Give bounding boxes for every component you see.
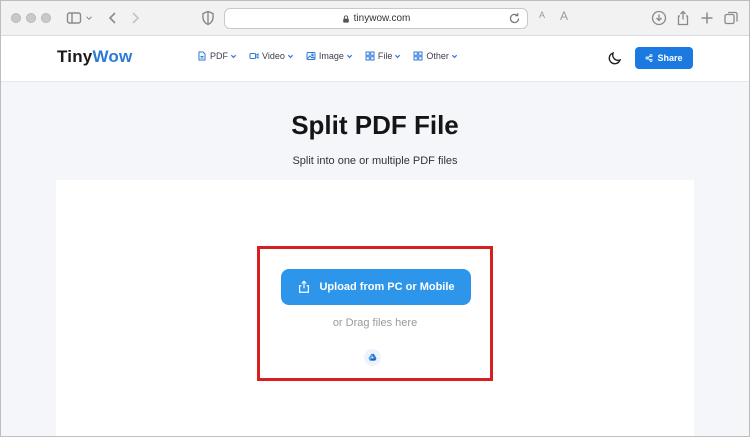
upload-button[interactable]: Upload from PC or Mobile	[281, 269, 471, 305]
download-icon[interactable]	[650, 9, 668, 27]
google-drive-icon	[368, 353, 377, 361]
privacy-shield-icon[interactable]	[199, 9, 217, 27]
chevron-down-icon	[230, 54, 237, 58]
page-subtitle: Split into one or multiple PDF files	[292, 155, 458, 167]
zoom-window-button[interactable]	[41, 13, 51, 23]
chevron-down-icon	[346, 54, 352, 58]
nav-item-other[interactable]: Other	[413, 51, 458, 61]
close-window-button[interactable]	[11, 13, 21, 23]
chevron-down-icon	[451, 54, 458, 58]
pdf-icon	[198, 51, 206, 61]
google-drive-button[interactable]	[364, 349, 381, 366]
nav-item-pdf[interactable]: PDF	[197, 51, 237, 61]
text-larger-button[interactable]: A	[560, 9, 568, 23]
dark-mode-toggle-icon[interactable]	[607, 50, 623, 66]
new-tab-icon[interactable]	[698, 9, 716, 27]
share-icon	[646, 54, 653, 62]
tab-overview-icon[interactable]	[722, 9, 740, 27]
share-sheet-icon[interactable]	[674, 9, 692, 27]
minimize-window-button[interactable]	[26, 13, 36, 23]
address-bar[interactable]: tinywow.com	[224, 8, 528, 29]
video-icon	[249, 53, 259, 59]
back-icon[interactable]	[104, 9, 122, 27]
reload-icon[interactable]	[508, 12, 521, 25]
drag-files-hint: or Drag files here	[332, 317, 418, 329]
upload-icon	[299, 280, 310, 293]
nav-item-file[interactable]: File	[365, 51, 402, 61]
url-text: tinywow.com	[353, 13, 411, 24]
page-title: Split PDF File	[291, 110, 459, 140]
other-icon	[413, 51, 423, 61]
site-header: TinyWow PDF Video Image File Other Share	[0, 36, 750, 82]
share-button[interactable]: Share	[635, 47, 693, 69]
nav-item-video[interactable]: Video	[249, 51, 294, 61]
chevron-down-icon	[287, 54, 293, 58]
browser-toolbar: tinywow.com A A	[0, 0, 750, 36]
nav-item-image[interactable]: Image	[306, 51, 353, 61]
main-nav: PDF Video Image File Other	[197, 51, 458, 61]
text-smaller-button[interactable]: A	[539, 10, 545, 20]
chevron-down-icon	[395, 54, 401, 58]
image-icon	[306, 52, 316, 60]
forward-icon[interactable]	[126, 9, 144, 27]
tinywow-logo[interactable]: TinyWow	[57, 47, 132, 67]
file-icon	[365, 51, 375, 61]
chevron-down-icon[interactable]	[84, 9, 94, 27]
lock-icon	[342, 14, 349, 23]
sidebar-toggle-icon[interactable]	[65, 9, 83, 27]
